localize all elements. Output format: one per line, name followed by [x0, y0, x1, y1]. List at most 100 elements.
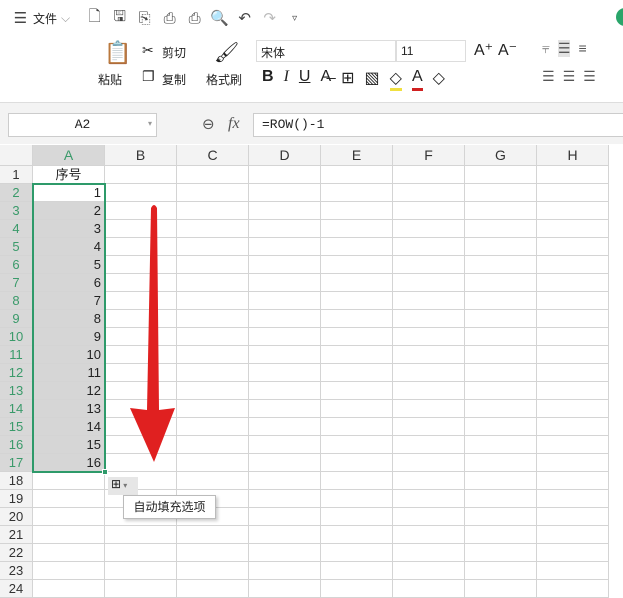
select-all-corner[interactable]: [0, 145, 33, 166]
cell-C7[interactable]: [177, 274, 249, 292]
cell-E3[interactable]: [321, 202, 393, 220]
row-header[interactable]: 7: [0, 274, 33, 292]
cell-E15[interactable]: [321, 418, 393, 436]
cell-F14[interactable]: [393, 400, 465, 418]
find-icon[interactable]: 🔍: [207, 9, 232, 27]
strikethrough-icon[interactable]: A̶: [320, 68, 331, 91]
cell-G13[interactable]: [465, 382, 537, 400]
cell-H15[interactable]: [537, 418, 609, 436]
cell-F3[interactable]: [393, 202, 465, 220]
clear-icon[interactable]: ◇: [433, 68, 445, 91]
paste-icon[interactable]: 📋: [104, 40, 131, 66]
cell-D7[interactable]: [249, 274, 321, 292]
cell-H23[interactable]: [537, 562, 609, 580]
cell-D4[interactable]: [249, 220, 321, 238]
row-header[interactable]: 9: [0, 310, 33, 328]
cell-E6[interactable]: [321, 256, 393, 274]
cell-F17[interactable]: [393, 454, 465, 472]
row-header[interactable]: 15: [0, 418, 33, 436]
cell-H21[interactable]: [537, 526, 609, 544]
cell-G22[interactable]: [465, 544, 537, 562]
cell-E23[interactable]: [321, 562, 393, 580]
row-header[interactable]: 24: [0, 580, 33, 598]
decrease-font-icon[interactable]: A⁻: [498, 40, 517, 60]
cell-C14[interactable]: [177, 400, 249, 418]
cell-E20[interactable]: [321, 508, 393, 526]
row-header[interactable]: 6: [0, 256, 33, 274]
cell-C16[interactable]: [177, 436, 249, 454]
column-header-B[interactable]: B: [105, 145, 177, 166]
cell-E13[interactable]: [321, 382, 393, 400]
align-center-icon[interactable]: ☰: [563, 68, 576, 85]
cell-F6[interactable]: [393, 256, 465, 274]
align-middle-icon[interactable]: ☰: [557, 40, 571, 57]
cell-F7[interactable]: [393, 274, 465, 292]
column-header-G[interactable]: G: [465, 145, 537, 166]
spreadsheet-grid[interactable]: A B C D E F G H 1 序号 2 1 3 2 4 3 5 4 6 5 7 6 8 7 9 8 10 9 11 10 12 11 13…: [0, 145, 623, 598]
cell-H13[interactable]: [537, 382, 609, 400]
cell-H8[interactable]: [537, 292, 609, 310]
cell-E21[interactable]: [321, 526, 393, 544]
cut-button[interactable]: 剪切: [162, 44, 186, 61]
cell-E19[interactable]: [321, 490, 393, 508]
cell-H18[interactable]: [537, 472, 609, 490]
row-header[interactable]: 3: [0, 202, 33, 220]
cell-F12[interactable]: [393, 364, 465, 382]
underline-icon[interactable]: U: [299, 68, 311, 91]
cell-A24[interactable]: [33, 580, 105, 598]
cell-C21[interactable]: [177, 526, 249, 544]
cell-B21[interactable]: [105, 526, 177, 544]
font-size-select[interactable]: 11: [396, 40, 466, 62]
cell-G17[interactable]: [465, 454, 537, 472]
cell-E24[interactable]: [321, 580, 393, 598]
font-name-select[interactable]: 宋体: [256, 40, 396, 62]
cell-G4[interactable]: [465, 220, 537, 238]
paste-button[interactable]: 粘贴: [98, 71, 122, 88]
cell-A18[interactable]: [33, 472, 105, 490]
cell-F19[interactable]: [393, 490, 465, 508]
row-header[interactable]: 10: [0, 328, 33, 346]
cell-C18[interactable]: [177, 472, 249, 490]
cell-D8[interactable]: [249, 292, 321, 310]
cell-G20[interactable]: [465, 508, 537, 526]
cell-H7[interactable]: [537, 274, 609, 292]
cell-G2[interactable]: [465, 184, 537, 202]
cell-H19[interactable]: [537, 490, 609, 508]
cell-H14[interactable]: [537, 400, 609, 418]
cell-C23[interactable]: [177, 562, 249, 580]
cell-F16[interactable]: [393, 436, 465, 454]
copy-button[interactable]: 复制: [162, 71, 186, 88]
cell-D13[interactable]: [249, 382, 321, 400]
cell-F1[interactable]: [393, 166, 465, 184]
cell-H12[interactable]: [537, 364, 609, 382]
format-painter-button[interactable]: 格式刷: [206, 71, 242, 88]
cell-D18[interactable]: [249, 472, 321, 490]
row-header[interactable]: 5: [0, 238, 33, 256]
cell-F4[interactable]: [393, 220, 465, 238]
cell-C3[interactable]: [177, 202, 249, 220]
row-header[interactable]: 1: [0, 166, 33, 184]
cell-G7[interactable]: [465, 274, 537, 292]
cell-F22[interactable]: [393, 544, 465, 562]
column-header-E[interactable]: E: [321, 145, 393, 166]
cell-E14[interactable]: [321, 400, 393, 418]
cell-C11[interactable]: [177, 346, 249, 364]
cell-E2[interactable]: [321, 184, 393, 202]
bold-icon[interactable]: B: [262, 68, 274, 91]
cell-E7[interactable]: [321, 274, 393, 292]
cell-E16[interactable]: [321, 436, 393, 454]
cell-G21[interactable]: [465, 526, 537, 544]
cell-G24[interactable]: [465, 580, 537, 598]
cell-B24[interactable]: [105, 580, 177, 598]
cell-D20[interactable]: [249, 508, 321, 526]
cell-D10[interactable]: [249, 328, 321, 346]
cell-D1[interactable]: [249, 166, 321, 184]
cell-A21[interactable]: [33, 526, 105, 544]
cell-E17[interactable]: [321, 454, 393, 472]
cell-E12[interactable]: [321, 364, 393, 382]
cell-G1[interactable]: [465, 166, 537, 184]
row-header[interactable]: 22: [0, 544, 33, 562]
cell-F18[interactable]: [393, 472, 465, 490]
file-menu[interactable]: 文件: [33, 10, 57, 27]
cell-A22[interactable]: [33, 544, 105, 562]
